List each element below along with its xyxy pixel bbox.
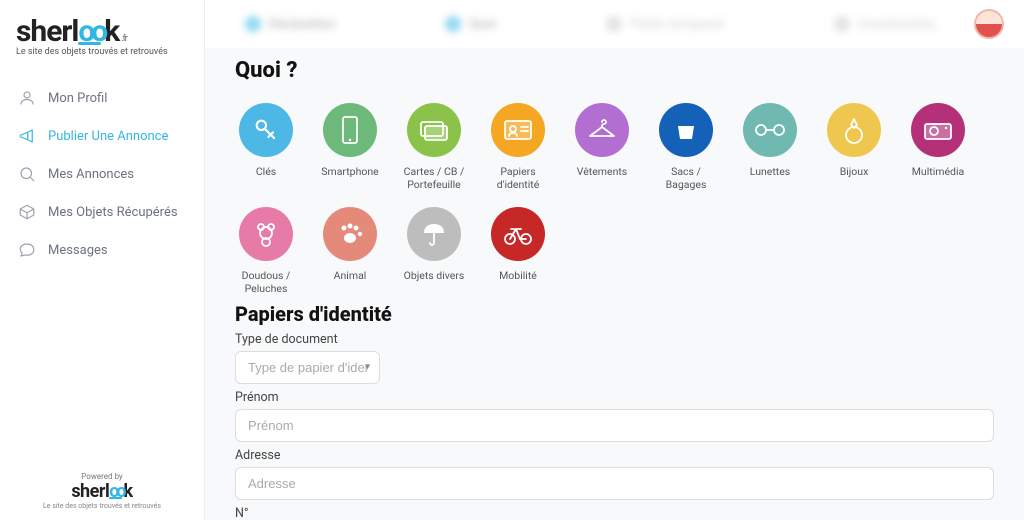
sidebar-item-user[interactable]: Mon Profil xyxy=(0,79,204,117)
key-icon xyxy=(239,103,293,157)
logo-text-post: k xyxy=(104,14,119,49)
category-bag[interactable]: Sacs / Bagages xyxy=(655,103,717,191)
address-label: Adresse xyxy=(235,448,994,463)
doc-type-select[interactable] xyxy=(235,351,380,384)
firstname-label: Prénom xyxy=(235,390,994,405)
ring-icon xyxy=(827,103,881,157)
avatar[interactable] xyxy=(974,9,1004,39)
category-camera[interactable]: Multimédia xyxy=(907,103,969,191)
category-label: Lunettes xyxy=(750,165,790,191)
category-label: Vêtements xyxy=(577,165,627,191)
phone-icon xyxy=(323,103,377,157)
section-title: Papiers d'identité xyxy=(235,302,994,326)
category-ring[interactable]: Bijoux xyxy=(823,103,885,191)
progress-steps: Déclaration Quoi Perdu où/quand Coordonnées xyxy=(225,16,974,32)
step-0: Déclaration xyxy=(245,16,335,32)
teddy-icon xyxy=(239,207,293,261)
category-label: Objets divers xyxy=(404,269,465,295)
category-paw[interactable]: Animal xyxy=(319,207,381,295)
category-label: Doudous / Peluches xyxy=(235,269,297,295)
sidebar-item-label: Mes Annonces xyxy=(48,167,134,182)
sidebar-item-label: Publier Une Annonce xyxy=(48,129,168,144)
sidebar-nav: Mon Profil Publier Une Annonce Mes Annonce… xyxy=(0,79,204,269)
category-label: Cartes / CB / Portefeuille xyxy=(403,165,465,191)
step-1: Quoi xyxy=(445,16,496,32)
sidebar-item-chat[interactable]: Messages xyxy=(0,231,204,269)
category-label: Smartphone xyxy=(321,165,378,191)
category-id[interactable]: Papiers d'identité xyxy=(487,103,549,191)
sidebar-item-label: Mes Objets Récupérés xyxy=(48,205,178,220)
category-label: Clés xyxy=(256,165,276,191)
category-grid: Clés Smartphone Cartes / CB / Portefeuille… xyxy=(235,103,994,296)
id-icon xyxy=(491,103,545,157)
glasses-icon xyxy=(743,103,797,157)
card-icon xyxy=(407,103,461,157)
firstname-input[interactable] xyxy=(235,409,994,442)
step-3: Coordonnées xyxy=(834,16,936,32)
umbrella-icon xyxy=(407,207,461,261)
powered-by-label: Powered by xyxy=(0,472,204,481)
chat-icon xyxy=(18,241,36,259)
category-card[interactable]: Cartes / CB / Portefeuille xyxy=(403,103,465,191)
category-hanger[interactable]: Vêtements xyxy=(571,103,633,191)
category-label: Bijoux xyxy=(840,165,869,191)
category-label: Papiers d'identité xyxy=(487,165,549,191)
category-bike[interactable]: Mobilité xyxy=(487,207,549,295)
category-teddy[interactable]: Doudous / Peluches xyxy=(235,207,297,295)
sidebar-item-megaphone[interactable]: Publier Une Annonce xyxy=(0,117,204,155)
box-icon xyxy=(18,203,36,221)
search-icon xyxy=(18,165,36,183)
camera-icon xyxy=(911,103,965,157)
doc-type-label: Type de document xyxy=(235,332,994,347)
page-title: Quoi ? xyxy=(235,58,994,83)
logo-text-oo: oo xyxy=(78,14,104,49)
category-phone[interactable]: Smartphone xyxy=(319,103,381,191)
category-glasses[interactable]: Lunettes xyxy=(739,103,801,191)
powered-by-sub: Le site des objets trouvés et retrouvés xyxy=(0,502,204,510)
step-2: Perdu où/quand xyxy=(606,16,723,32)
category-label: Animal xyxy=(334,269,367,295)
logo-tld: .fr xyxy=(121,34,127,44)
logo-text-pre: sherl xyxy=(16,14,78,49)
sidebar-item-search[interactable]: Mes Annonces xyxy=(0,155,204,193)
topbar: Déclaration Quoi Perdu où/quand Coordonnées xyxy=(205,0,1024,48)
category-umbrella[interactable]: Objets divers xyxy=(403,207,465,295)
sidebar-item-label: Messages xyxy=(48,243,108,258)
bike-icon xyxy=(491,207,545,261)
user-icon xyxy=(18,89,36,107)
category-label: Sacs / Bagages xyxy=(655,165,717,191)
category-label: Multimédia xyxy=(912,165,964,191)
category-key[interactable]: Clés xyxy=(235,103,297,191)
bag-icon xyxy=(659,103,713,157)
address-input[interactable] xyxy=(235,467,994,500)
number-label: N° xyxy=(235,506,994,520)
hanger-icon xyxy=(575,103,629,157)
category-label: Mobilité xyxy=(499,269,537,295)
megaphone-icon xyxy=(18,127,36,145)
form: Type de document ▾ Prénom Adresse N° xyxy=(235,332,994,520)
logo: sherlook.fr Le site des objets trouvés e… xyxy=(0,0,204,61)
sidebar-item-box[interactable]: Mes Objets Récupérés xyxy=(0,193,204,231)
paw-icon xyxy=(323,207,377,261)
main-content: Quoi ? Clés Smartphone Cartes / CB / Porte… xyxy=(205,48,1024,520)
sidebar-item-label: Mon Profil xyxy=(48,91,107,106)
sidebar: sherlook.fr Le site des objets trouvés e… xyxy=(0,0,205,520)
powered-by: Powered by sherlook Le site des objets t… xyxy=(0,458,204,520)
